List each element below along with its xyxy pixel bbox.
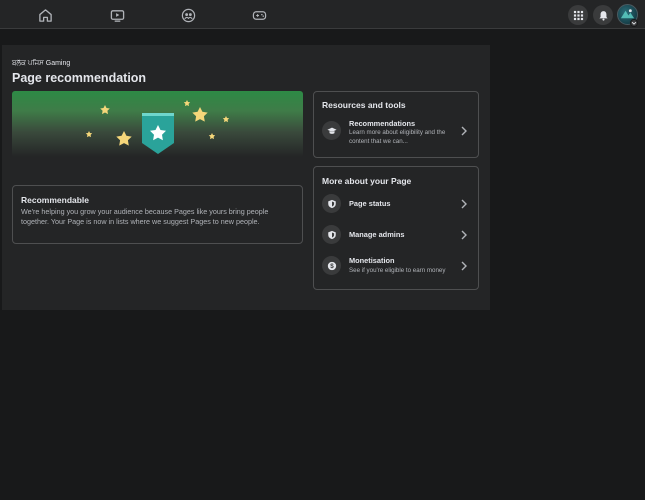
graduation-cap-icon bbox=[322, 121, 341, 140]
chevron-right-icon bbox=[461, 230, 467, 240]
page-status-link[interactable]: Page status bbox=[314, 192, 478, 216]
page-name: ਬਲੱਕ ਪਜਿਸ Gaming bbox=[12, 60, 71, 67]
page-title: Page recommendation bbox=[12, 71, 147, 85]
resources-card: Resources and tools Recommendations Lear… bbox=[313, 91, 479, 158]
chevron-right-icon bbox=[461, 126, 467, 136]
resources-heading: Resources and tools bbox=[322, 100, 406, 110]
recommendable-card: Recommendable We're helping you grow you… bbox=[12, 185, 303, 244]
chevron-down-icon[interactable] bbox=[630, 19, 638, 27]
star-icon bbox=[208, 133, 216, 140]
star-icon bbox=[222, 116, 230, 123]
recommendations-title: Recommendations bbox=[349, 119, 416, 128]
star-icon bbox=[85, 131, 93, 138]
shield-icon bbox=[322, 194, 341, 213]
top-navigation-bar bbox=[0, 0, 645, 29]
recommendable-title: Recommendable bbox=[21, 195, 90, 205]
chevron-right-icon bbox=[461, 199, 467, 209]
chevron-right-icon bbox=[461, 261, 467, 271]
shield-icon bbox=[322, 225, 341, 244]
more-about-heading: More about your Page bbox=[322, 176, 412, 186]
menu-grid-icon[interactable] bbox=[568, 5, 588, 25]
recommendation-banner bbox=[12, 91, 303, 157]
recommendable-description: We're helping you grow your audience bec… bbox=[21, 207, 269, 226]
gamepad-icon[interactable] bbox=[249, 5, 269, 25]
svg-text:$: $ bbox=[330, 263, 334, 270]
home-icon[interactable] bbox=[35, 5, 55, 25]
monetisation-title: Monetisation bbox=[349, 256, 395, 265]
star-icon bbox=[116, 131, 132, 146]
manage-admins-title: Manage admins bbox=[349, 230, 405, 239]
groups-icon[interactable] bbox=[178, 5, 198, 25]
badge-icon bbox=[142, 113, 174, 154]
recommendations-link[interactable]: Recommendations Learn more about eligibi… bbox=[314, 119, 478, 145]
more-about-page-card: More about your Page Page status Manage … bbox=[313, 166, 479, 290]
video-icon[interactable] bbox=[107, 5, 127, 25]
dollar-coin-icon: $ bbox=[322, 256, 341, 275]
manage-admins-link[interactable]: Manage admins bbox=[314, 223, 478, 247]
monetisation-link[interactable]: $ Monetisation See if you're eligible to… bbox=[314, 254, 478, 278]
star-icon bbox=[100, 105, 110, 115]
monetisation-subtitle: See if you're eligible to earn money bbox=[349, 267, 446, 274]
page-status-title: Page status bbox=[349, 199, 391, 208]
star-icon bbox=[183, 100, 191, 107]
recommendations-subtitle: Learn more about eligibility and the con… bbox=[349, 129, 446, 145]
star-icon bbox=[192, 107, 208, 122]
bell-icon[interactable] bbox=[593, 5, 613, 25]
banner-illustration bbox=[85, 100, 230, 154]
